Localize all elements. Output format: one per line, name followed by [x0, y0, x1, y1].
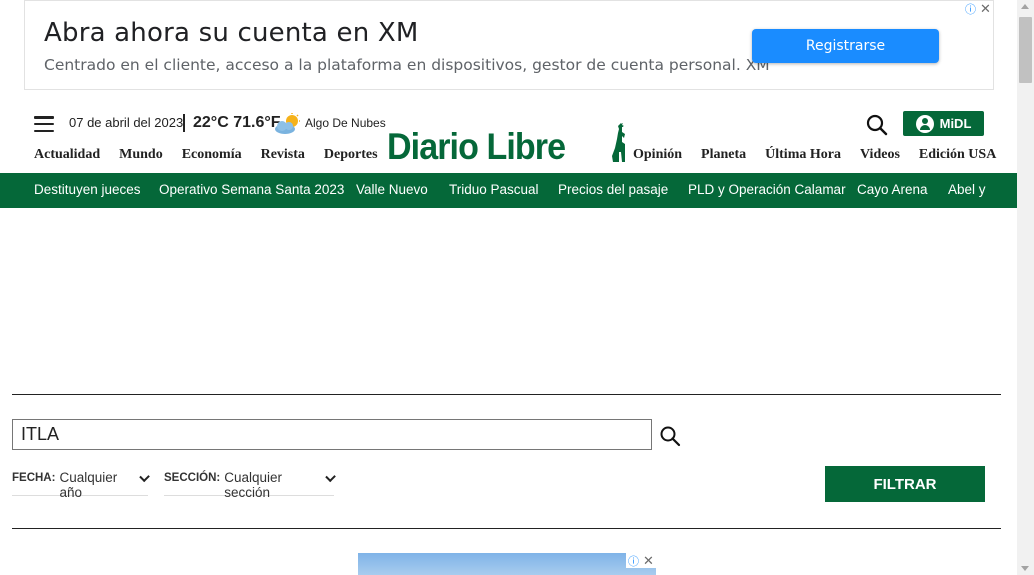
nav-item-videos[interactable]: Videos [860, 147, 900, 163]
search-icon[interactable] [865, 113, 889, 137]
scroll-down-icon[interactable] [1021, 566, 1029, 571]
section-filter-label: SECCIÓN: [164, 472, 221, 484]
trending-link[interactable]: Operativo Semana Santa 2023 [159, 182, 344, 197]
trending-link[interactable]: Valle Nuevo [356, 182, 428, 197]
ad-register-button[interactable]: Registrarse [752, 29, 939, 63]
trending-link[interactable]: Precios del pasaje [558, 182, 668, 197]
temperature: 22°C 71.6°F [193, 114, 281, 131]
ad-title[interactable]: Abra ahora su cuenta en XM [44, 18, 419, 48]
logo-statue-icon [612, 121, 625, 162]
ad-info-icon[interactable]: ⓘ [626, 553, 641, 568]
nav-item-actualidad[interactable]: Actualidad [34, 147, 100, 163]
nav-item-planeta[interactable]: Planeta [701, 147, 746, 163]
date-filter-label: FECHA: [12, 472, 56, 484]
divider-bottom [12, 528, 1001, 529]
nav-item-deportes[interactable]: Deportes [324, 147, 378, 163]
ad-close-icon[interactable]: ✕ [641, 553, 656, 568]
menu-icon[interactable] [34, 116, 54, 132]
scroll-up-icon[interactable] [1021, 4, 1029, 9]
date-filter-value: Cualquier año [59, 470, 118, 500]
search-submit-icon[interactable] [659, 425, 681, 447]
nav-item-revista[interactable]: Revista [261, 147, 305, 163]
nav-item-ultima-hora[interactable]: Última Hora [765, 147, 841, 163]
ad-banner-bottom[interactable]: ⓘ ✕ [358, 553, 656, 575]
ad-controls: ⓘ ✕ [963, 1, 993, 16]
ad-info-icon[interactable]: ⓘ [963, 1, 978, 16]
site-logo[interactable]: Diario Libre [387, 121, 625, 169]
nav-left: Actualidad Mundo Economía Revista Deport… [34, 147, 397, 163]
trending-link[interactable]: Cayo Arena [857, 182, 928, 197]
nav-item-mundo[interactable]: Mundo [119, 147, 163, 163]
chevron-down-icon [138, 471, 150, 483]
section-filter-dropdown[interactable]: SECCIÓN: Cualquier sección [164, 466, 336, 500]
midl-label: MiDL [939, 116, 972, 131]
scrollbar[interactable] [1017, 0, 1034, 575]
logo-text: Diario Libre [387, 126, 566, 167]
search-input[interactable] [12, 419, 652, 450]
trending-bar: Destituyen jueces Operativo Semana Santa… [0, 173, 1017, 208]
user-icon [915, 114, 934, 133]
filter-button[interactable]: FILTRAR [825, 466, 985, 502]
nav-right: Opinión Planeta Última Hora Videos Edici… [633, 147, 996, 163]
ad-controls: ⓘ ✕ [626, 553, 656, 568]
trending-link[interactable]: Abel y [948, 182, 986, 197]
divider [183, 114, 185, 132]
divider-top [12, 394, 1001, 395]
scroll-thumb[interactable] [1019, 17, 1032, 83]
date-filter-dropdown[interactable]: FECHA: Cualquier año [12, 466, 150, 500]
nav-item-edicion-usa[interactable]: Edición USA [919, 147, 996, 163]
trending-link[interactable]: Destituyen jueces [34, 182, 141, 197]
nav-item-opinion[interactable]: Opinión [633, 147, 682, 163]
chevron-down-icon [324, 471, 336, 483]
midl-login-button[interactable]: MiDL [903, 111, 984, 136]
weather-description: Algo De Nubes [305, 116, 386, 130]
section-filter-value: Cualquier sección [224, 470, 283, 500]
nav-item-economia[interactable]: Economía [182, 147, 242, 163]
trending-link[interactable]: PLD y Operación Calamar [688, 182, 846, 197]
ad-close-icon[interactable]: ✕ [978, 1, 993, 16]
ad-banner-top[interactable]: Abra ahora su cuenta en XM Centrado en e… [24, 0, 994, 90]
current-date: 07 de abril del 2023 [69, 115, 184, 130]
page: Abra ahora su cuenta en XM Centrado en e… [0, 0, 1034, 575]
ad-subtitle[interactable]: Centrado en el cliente, acceso a la plat… [44, 56, 770, 74]
trending-link[interactable]: Triduo Pascual [449, 182, 539, 197]
partly-cloudy-icon [275, 113, 300, 134]
